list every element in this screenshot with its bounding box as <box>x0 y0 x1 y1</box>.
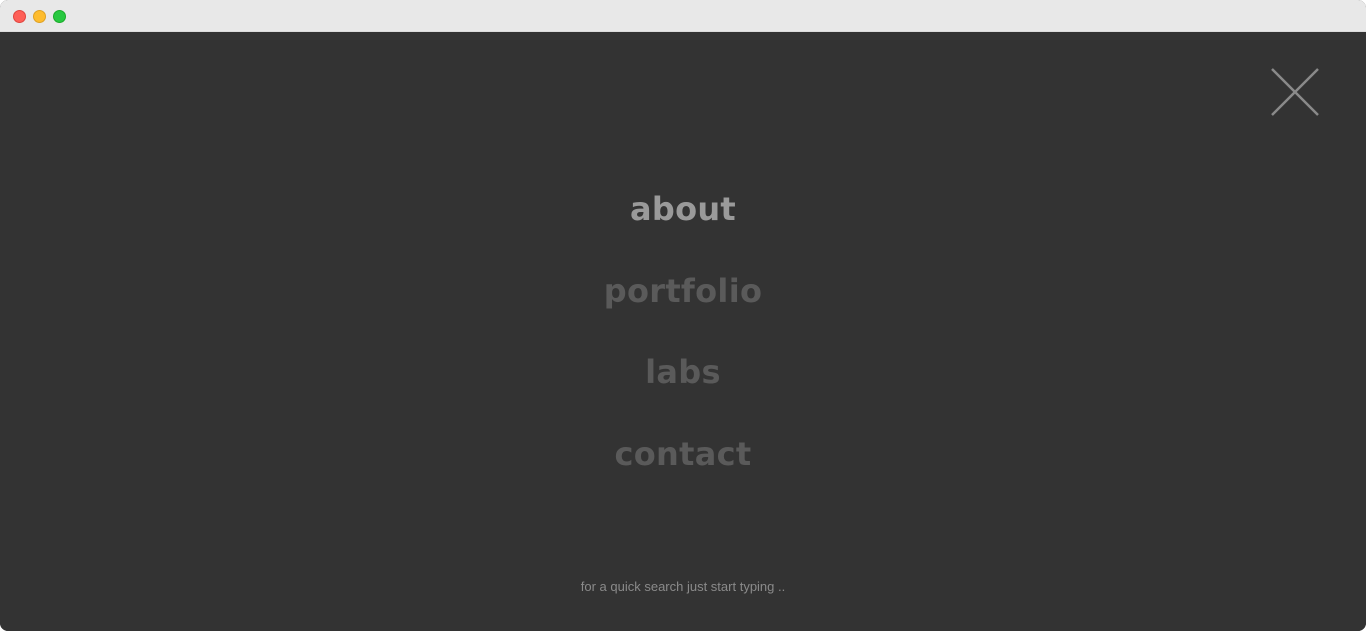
window-close-button[interactable] <box>13 10 26 23</box>
window-maximize-button[interactable] <box>53 10 66 23</box>
close-icon <box>1271 68 1319 116</box>
menu-item-about[interactable]: about <box>0 189 1366 229</box>
menu-item-labs[interactable]: labs <box>0 352 1366 392</box>
search-hint: for a quick search just start typing .. <box>580 579 786 594</box>
overlay-close-button[interactable] <box>1270 67 1320 117</box>
window-minimize-button[interactable] <box>33 10 46 23</box>
menu-item-portfolio[interactable]: portfolio <box>0 271 1366 311</box>
browser-window: about portfolio labs contact for a quick… <box>0 0 1366 631</box>
menu-overlay: about portfolio labs contact for a quick… <box>0 32 1366 631</box>
menu-item-contact[interactable]: contact <box>0 434 1366 474</box>
window-titlebar <box>0 0 1366 32</box>
